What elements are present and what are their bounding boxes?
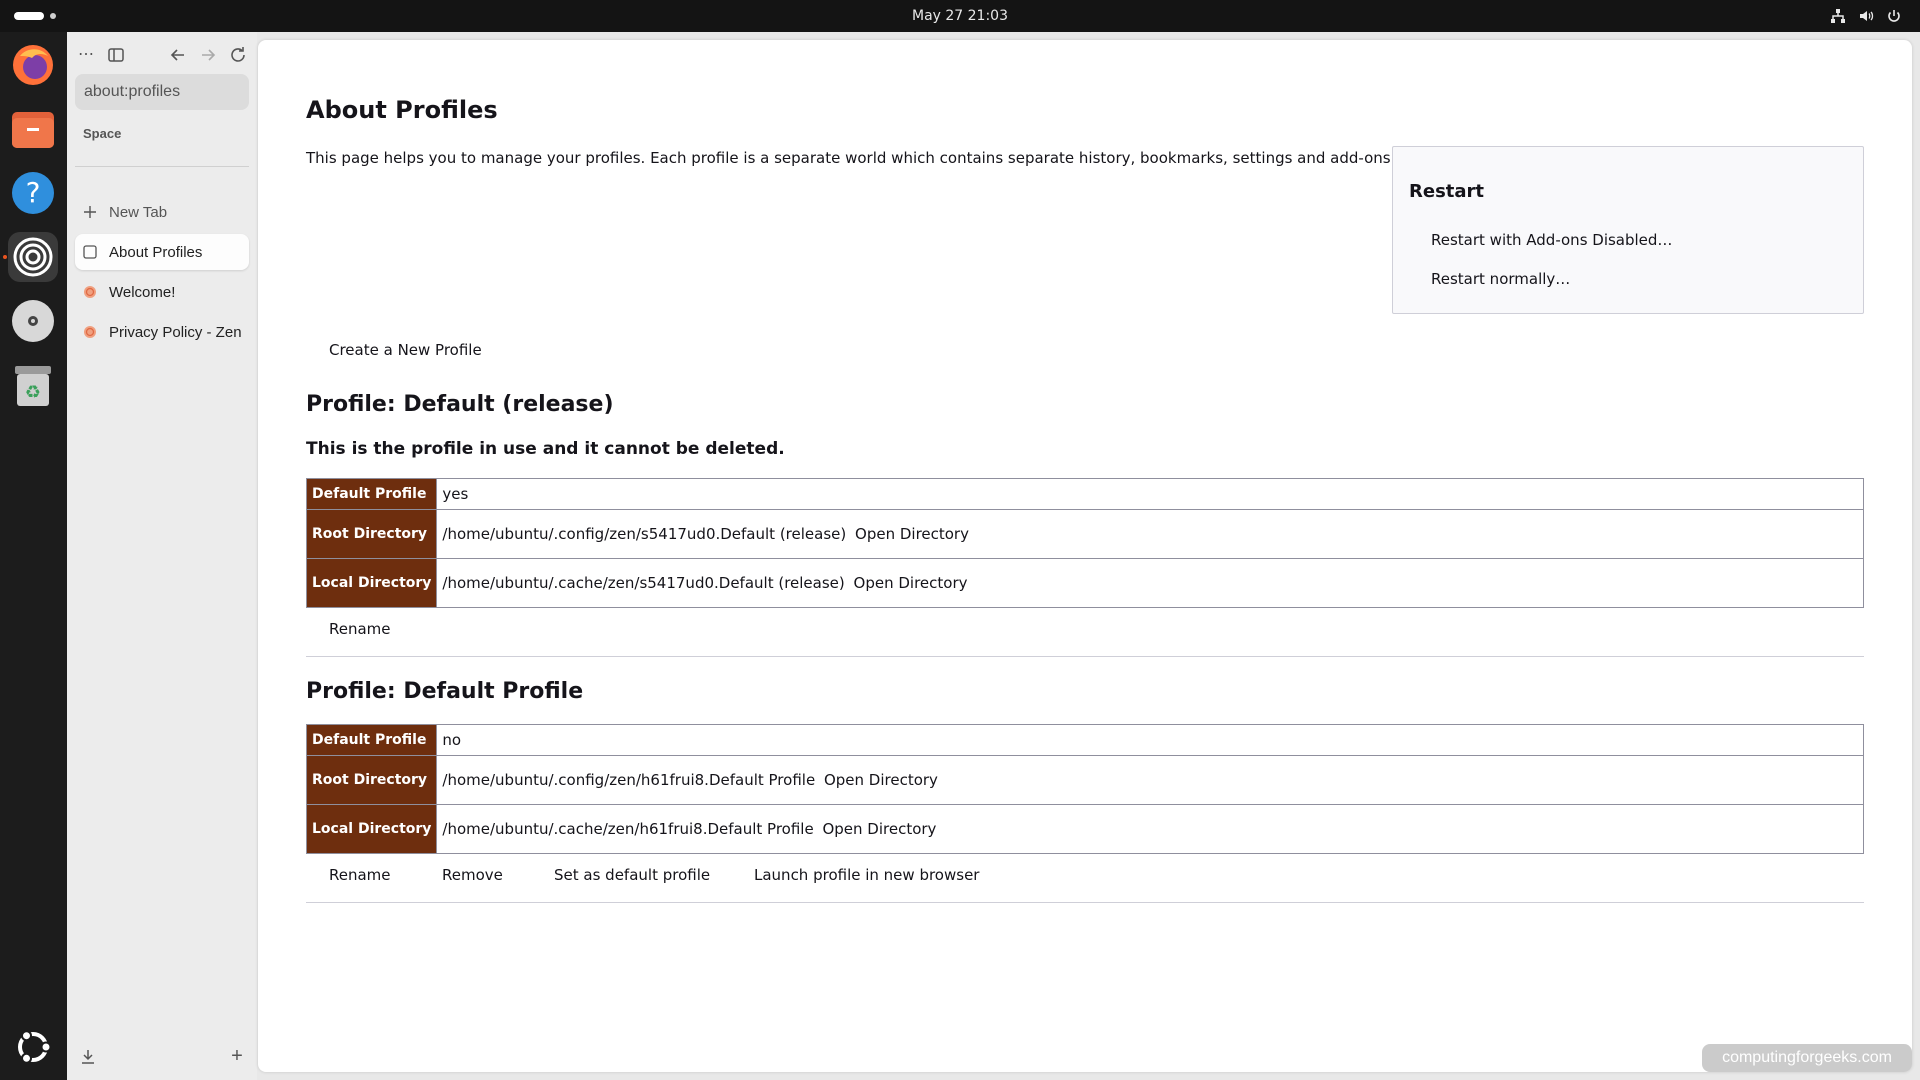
local-directory-path: /home/ubuntu/.cache/zen/s5417ud0.Default… bbox=[442, 574, 845, 592]
row-label: Local Directory bbox=[305, 558, 438, 608]
trash-icon[interactable]: ♻ bbox=[8, 360, 58, 410]
zen-icon bbox=[84, 286, 96, 298]
dock: ? ♻ bbox=[0, 32, 67, 1080]
row-label: Local Directory bbox=[305, 804, 438, 854]
default-profile-value: yes bbox=[442, 485, 469, 503]
row-value: /home/ubuntu/.cache/zen/h61frui8.Default… bbox=[436, 804, 1864, 854]
page-intro: This page helps you to manage your profi… bbox=[306, 149, 1396, 167]
browser-sidebar: ⋯ about:profiles Space New Tab About Pro… bbox=[67, 32, 257, 1080]
row-label: Root Directory bbox=[305, 509, 438, 559]
svg-text:?: ? bbox=[26, 176, 41, 209]
restart-panel: Restart Restart with Add-ons Disabled… R… bbox=[1392, 146, 1864, 314]
default-profile-value: no bbox=[442, 731, 462, 749]
create-profile-button[interactable]: Create a New Profile bbox=[329, 341, 482, 359]
row-value: /home/ubuntu/.cache/zen/s5417ud0.Default… bbox=[436, 558, 1864, 608]
zen-icon bbox=[84, 326, 96, 338]
running-indicator bbox=[3, 255, 7, 259]
tab-about-profiles[interactable]: About Profiles bbox=[75, 234, 249, 270]
open-directory-button[interactable]: Open Directory bbox=[854, 574, 968, 592]
downloads-icon[interactable] bbox=[79, 1048, 97, 1066]
restart-title: Restart bbox=[1409, 181, 1485, 202]
row-value: no bbox=[436, 724, 1864, 756]
table-row: Root Directory /home/ubuntu/.config/zen/… bbox=[305, 755, 1864, 805]
new-tab-button[interactable]: New Tab bbox=[75, 194, 249, 230]
profile-table: Default Profile yes Root Directory /home… bbox=[305, 478, 1864, 608]
back-icon[interactable] bbox=[167, 44, 189, 66]
sidebar-divider bbox=[75, 166, 249, 167]
workspace-label[interactable]: Space bbox=[83, 126, 121, 141]
reload-icon[interactable] bbox=[227, 44, 249, 66]
local-directory-path: /home/ubuntu/.cache/zen/h61frui8.Default… bbox=[442, 820, 814, 838]
profile-heading: Profile: Default Profile bbox=[306, 679, 584, 704]
root-directory-path: /home/ubuntu/.config/zen/h61frui8.Defaul… bbox=[442, 771, 816, 789]
tab-label: Welcome! bbox=[109, 283, 176, 301]
row-value: /home/ubuntu/.config/zen/h61frui8.Defaul… bbox=[436, 755, 1864, 805]
help-icon[interactable]: ? bbox=[8, 168, 58, 218]
tab-welcome[interactable]: Welcome! bbox=[75, 274, 249, 310]
profile-heading: Profile: Default (release) bbox=[306, 392, 614, 417]
open-directory-button[interactable]: Open Directory bbox=[824, 771, 938, 789]
table-row: Root Directory /home/ubuntu/.config/zen/… bbox=[305, 509, 1864, 559]
row-value: yes bbox=[436, 478, 1864, 510]
row-label: Root Directory bbox=[305, 755, 438, 805]
power-icon[interactable] bbox=[1886, 8, 1902, 24]
plus-icon bbox=[84, 206, 96, 218]
ubuntu-logo-icon[interactable] bbox=[8, 1022, 58, 1072]
section-divider bbox=[306, 656, 1864, 657]
more-menu-icon[interactable]: ⋯ bbox=[75, 44, 97, 66]
svg-text:♻: ♻ bbox=[25, 382, 41, 403]
remove-button[interactable]: Remove bbox=[442, 866, 503, 884]
volume-icon[interactable] bbox=[1858, 8, 1874, 24]
page-content: About Profiles This page helps you to ma… bbox=[258, 40, 1912, 1072]
launch-profile-button[interactable]: Launch profile in new browser bbox=[754, 866, 979, 884]
page-icon bbox=[83, 245, 97, 259]
sidebar-toggle-icon[interactable] bbox=[105, 44, 127, 66]
table-row: Local Directory /home/ubuntu/.cache/zen/… bbox=[305, 558, 1864, 608]
table-row: Local Directory /home/ubuntu/.cache/zen/… bbox=[305, 804, 1864, 854]
restart-normally-button[interactable]: Restart normally… bbox=[1431, 270, 1570, 288]
network-icon[interactable] bbox=[1830, 8, 1846, 24]
top-bar: May 27 21:03 bbox=[0, 0, 1920, 32]
tab-label: Privacy Policy - Zen bbox=[109, 323, 242, 341]
restart-addons-disabled-button[interactable]: Restart with Add-ons Disabled… bbox=[1431, 231, 1672, 249]
section-divider bbox=[306, 902, 1864, 903]
open-directory-button[interactable]: Open Directory bbox=[855, 525, 969, 543]
forward-icon[interactable] bbox=[197, 44, 219, 66]
root-directory-path: /home/ubuntu/.config/zen/s5417ud0.Defaul… bbox=[442, 525, 847, 543]
set-default-profile-button[interactable]: Set as default profile bbox=[554, 866, 710, 884]
add-workspace-icon[interactable]: + bbox=[227, 1046, 247, 1066]
zen-browser-icon[interactable] bbox=[8, 232, 58, 282]
page-title: About Profiles bbox=[306, 96, 498, 124]
rename-button[interactable]: Rename bbox=[329, 866, 391, 884]
tab-label: About Profiles bbox=[109, 243, 203, 261]
disc-icon[interactable] bbox=[8, 296, 58, 346]
profile-in-use-note: This is the profile in use and it cannot… bbox=[306, 439, 785, 459]
row-value: /home/ubuntu/.config/zen/s5417ud0.Defaul… bbox=[436, 509, 1864, 559]
new-tab-label: New Tab bbox=[109, 203, 168, 221]
open-directory-button[interactable]: Open Directory bbox=[822, 820, 936, 838]
firefox-icon[interactable] bbox=[8, 40, 58, 90]
table-row: Default Profile no bbox=[305, 724, 1864, 756]
rename-button[interactable]: Rename bbox=[329, 620, 391, 638]
files-icon[interactable] bbox=[8, 104, 58, 154]
url-bar[interactable]: about:profiles bbox=[75, 74, 249, 110]
watermark: computingforgeeks.com bbox=[1702, 1044, 1912, 1072]
tab-privacy-policy[interactable]: Privacy Policy - Zen bbox=[75, 314, 249, 350]
clock[interactable]: May 27 21:03 bbox=[0, 0, 1920, 32]
row-label: Default Profile bbox=[305, 724, 438, 756]
profile-table: Default Profile no Root Directory /home/… bbox=[305, 724, 1864, 854]
table-row: Default Profile yes bbox=[305, 478, 1864, 510]
row-label: Default Profile bbox=[305, 478, 438, 510]
